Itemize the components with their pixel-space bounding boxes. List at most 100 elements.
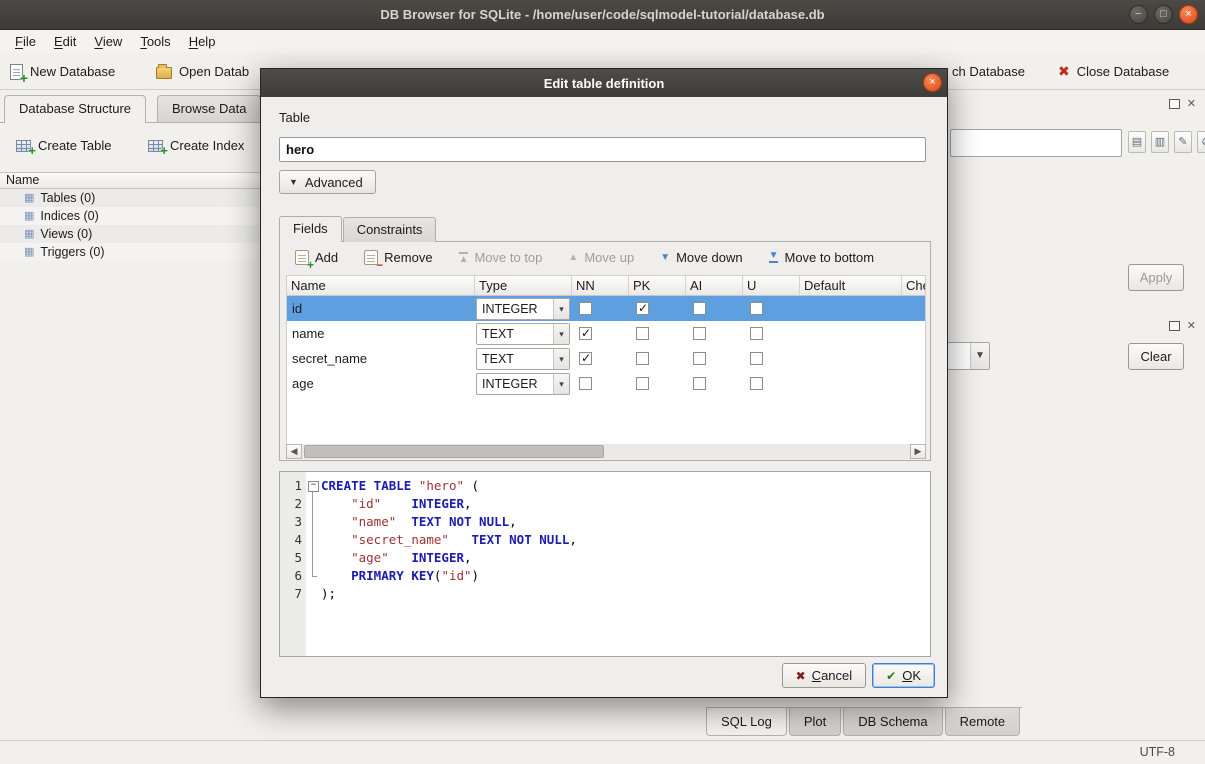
default-cell[interactable] — [800, 371, 902, 396]
nn-checkbox[interactable] — [579, 377, 592, 390]
horizontal-scrollbar[interactable]: ◀ ▶ — [286, 444, 926, 459]
ai-checkbox[interactable] — [693, 302, 706, 315]
grid-column-header-type[interactable]: Type — [475, 276, 572, 296]
pk-checkbox[interactable] — [636, 302, 649, 315]
grid-column-header-default[interactable]: Default — [800, 276, 902, 296]
u-checkbox[interactable] — [750, 302, 763, 315]
apply-button[interactable]: Apply — [1128, 264, 1184, 291]
nn-flag-cell — [572, 296, 629, 321]
bottom-tab-remote[interactable]: Remote — [945, 708, 1021, 736]
default-cell[interactable] — [800, 321, 902, 346]
window-titlebar: DB Browser for SQLite - /home/user/code/… — [0, 0, 1205, 30]
grid-column-header-che[interactable]: Che — [902, 276, 926, 296]
add-field-icon: + — [295, 250, 309, 265]
ok-button[interactable]: ✔OK — [872, 663, 935, 688]
close-dock-icon[interactable]: ✕ — [1187, 319, 1196, 333]
bottom-tab-db-schema[interactable]: DB Schema — [843, 708, 942, 736]
field-row-name[interactable]: nameTEXT▾ — [287, 321, 925, 346]
check-cell[interactable] — [902, 371, 926, 396]
close-database-button[interactable]: ✖ Close Database — [1050, 57, 1177, 86]
edit-table-definition-dialog: Edit table definition × Table ▼ Advanced… — [260, 68, 948, 698]
check-cell[interactable] — [902, 346, 926, 371]
ai-checkbox[interactable] — [693, 327, 706, 340]
cell-editor-icon-2[interactable]: ▥ — [1151, 131, 1169, 153]
field-name-cell[interactable]: secret_name — [287, 346, 475, 371]
field-name-cell[interactable]: id — [287, 296, 475, 321]
scroll-right-icon[interactable]: ▶ — [910, 444, 926, 459]
grid-column-header-ai[interactable]: AI — [686, 276, 743, 296]
float-dock-icon[interactable] — [1169, 321, 1180, 331]
grid-column-header-u[interactable]: U — [743, 276, 800, 296]
menu-file[interactable]: File — [6, 32, 45, 51]
pk-checkbox[interactable] — [636, 377, 649, 390]
type-combobox[interactable]: TEXT▾ — [476, 323, 570, 345]
sql-code[interactable]: CREATE TABLE "hero" ( "id" INTEGER, "nam… — [319, 472, 930, 656]
type-combobox[interactable]: INTEGER▾ — [476, 298, 570, 320]
create-table-icon: + — [16, 140, 31, 152]
cell-editor-icon-1[interactable]: ▤ — [1128, 131, 1146, 153]
cancel-button[interactable]: ✖Cancel — [782, 663, 867, 688]
open-database-button[interactable]: Open Datab — [148, 57, 257, 86]
dialog-tab-constraints[interactable]: Constraints — [343, 217, 437, 242]
pk-checkbox[interactable] — [636, 352, 649, 365]
u-checkbox[interactable] — [750, 327, 763, 340]
maximize-button[interactable]: □ — [1154, 5, 1173, 24]
field-row-id[interactable]: idINTEGER▾ — [287, 296, 925, 321]
nn-checkbox[interactable] — [579, 352, 592, 365]
tab-browse-data[interactable]: Browse Data — [157, 95, 261, 122]
menu-view[interactable]: View — [85, 32, 131, 51]
type-combobox[interactable]: TEXT▾ — [476, 348, 570, 370]
cell-editor-icon-3[interactable]: ✎ — [1174, 131, 1192, 153]
cell-editor-field[interactable] — [950, 129, 1122, 157]
remove-button[interactable]: −Remove — [355, 246, 441, 269]
dialog-titlebar[interactable]: Edit table definition × — [261, 69, 947, 97]
add-button[interactable]: +Add — [286, 246, 347, 269]
u-checkbox[interactable] — [750, 377, 763, 390]
cell-editor-icon-4[interactable]: ⊘ — [1197, 131, 1205, 153]
default-cell[interactable] — [800, 346, 902, 371]
new-database-button[interactable]: New Database — [2, 57, 123, 86]
ai-checkbox[interactable] — [693, 352, 706, 365]
grid-column-header-pk[interactable]: PK — [629, 276, 686, 296]
field-name-cell[interactable]: name — [287, 321, 475, 346]
field-row-age[interactable]: ageINTEGER▾ — [287, 371, 925, 396]
attach-database-button[interactable]: ch Database — [944, 57, 1033, 86]
sql-segment: CREATE TABLE — [321, 478, 411, 493]
move-to-bottom-button[interactable]: ▼Move to bottom — [760, 246, 884, 269]
nn-checkbox[interactable] — [579, 327, 592, 340]
grid-column-header-name[interactable]: Name — [287, 276, 475, 296]
type-combobox[interactable]: INTEGER▾ — [476, 373, 570, 395]
dialog-close-button[interactable]: × — [923, 73, 942, 92]
fold-marker[interactable] — [306, 477, 319, 495]
nn-checkbox[interactable] — [579, 302, 592, 315]
pk-checkbox[interactable] — [636, 327, 649, 340]
field-row-secret-name[interactable]: secret_nameTEXT▾ — [287, 346, 925, 371]
grid-column-header-nn[interactable]: NN — [572, 276, 629, 296]
clear-button[interactable]: Clear — [1128, 343, 1184, 370]
bottom-tab-sql-log[interactable]: SQL Log — [706, 708, 787, 736]
field-name-cell[interactable]: age — [287, 371, 475, 396]
move-down-button[interactable]: ▼Move down — [651, 246, 751, 269]
minimize-button[interactable]: − — [1129, 5, 1148, 24]
menu-edit[interactable]: Edit — [45, 32, 85, 51]
ai-checkbox[interactable] — [693, 377, 706, 390]
default-cell[interactable] — [800, 296, 902, 321]
menu-tools[interactable]: Tools — [131, 32, 179, 51]
check-cell[interactable] — [902, 296, 926, 321]
advanced-toggle-button[interactable]: ▼ Advanced — [279, 170, 376, 194]
table-name-input[interactable] — [279, 137, 926, 162]
ai-flag-cell — [686, 371, 743, 396]
create-index-button[interactable]: + Create Index — [138, 132, 254, 159]
float-dock-icon[interactable] — [1169, 99, 1180, 109]
create-table-button[interactable]: + Create Table — [6, 132, 121, 159]
bottom-tab-plot[interactable]: Plot — [789, 708, 841, 736]
close-window-button[interactable]: × — [1179, 5, 1198, 24]
dialog-tab-fields[interactable]: Fields — [279, 216, 342, 242]
scroll-left-icon[interactable]: ◀ — [286, 444, 302, 459]
u-checkbox[interactable] — [750, 352, 763, 365]
menu-help[interactable]: Help — [180, 32, 225, 51]
tab-database-structure[interactable]: Database Structure — [4, 95, 146, 123]
close-dock-icon[interactable]: ✕ — [1187, 97, 1196, 111]
scrollbar-thumb[interactable] — [304, 445, 604, 458]
check-cell[interactable] — [902, 321, 926, 346]
